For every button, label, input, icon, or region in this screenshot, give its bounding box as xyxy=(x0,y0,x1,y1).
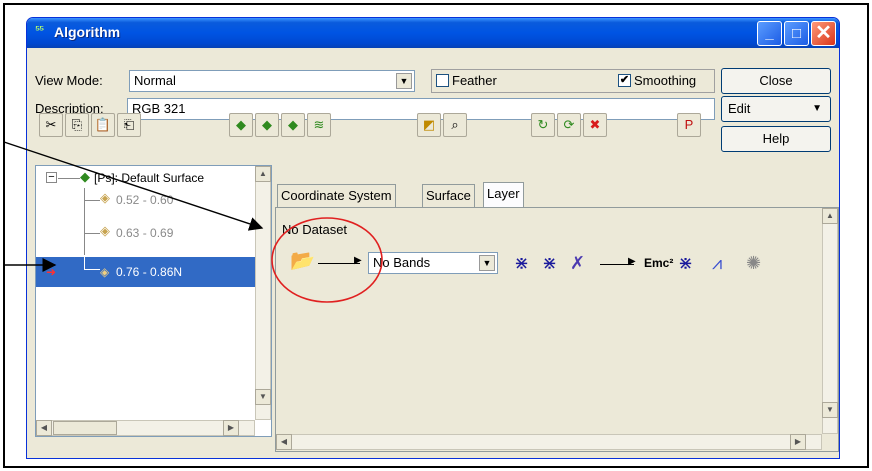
annotation-overlay xyxy=(3,141,383,303)
annotation-arrow xyxy=(3,141,264,231)
annotation-circle xyxy=(271,217,383,303)
